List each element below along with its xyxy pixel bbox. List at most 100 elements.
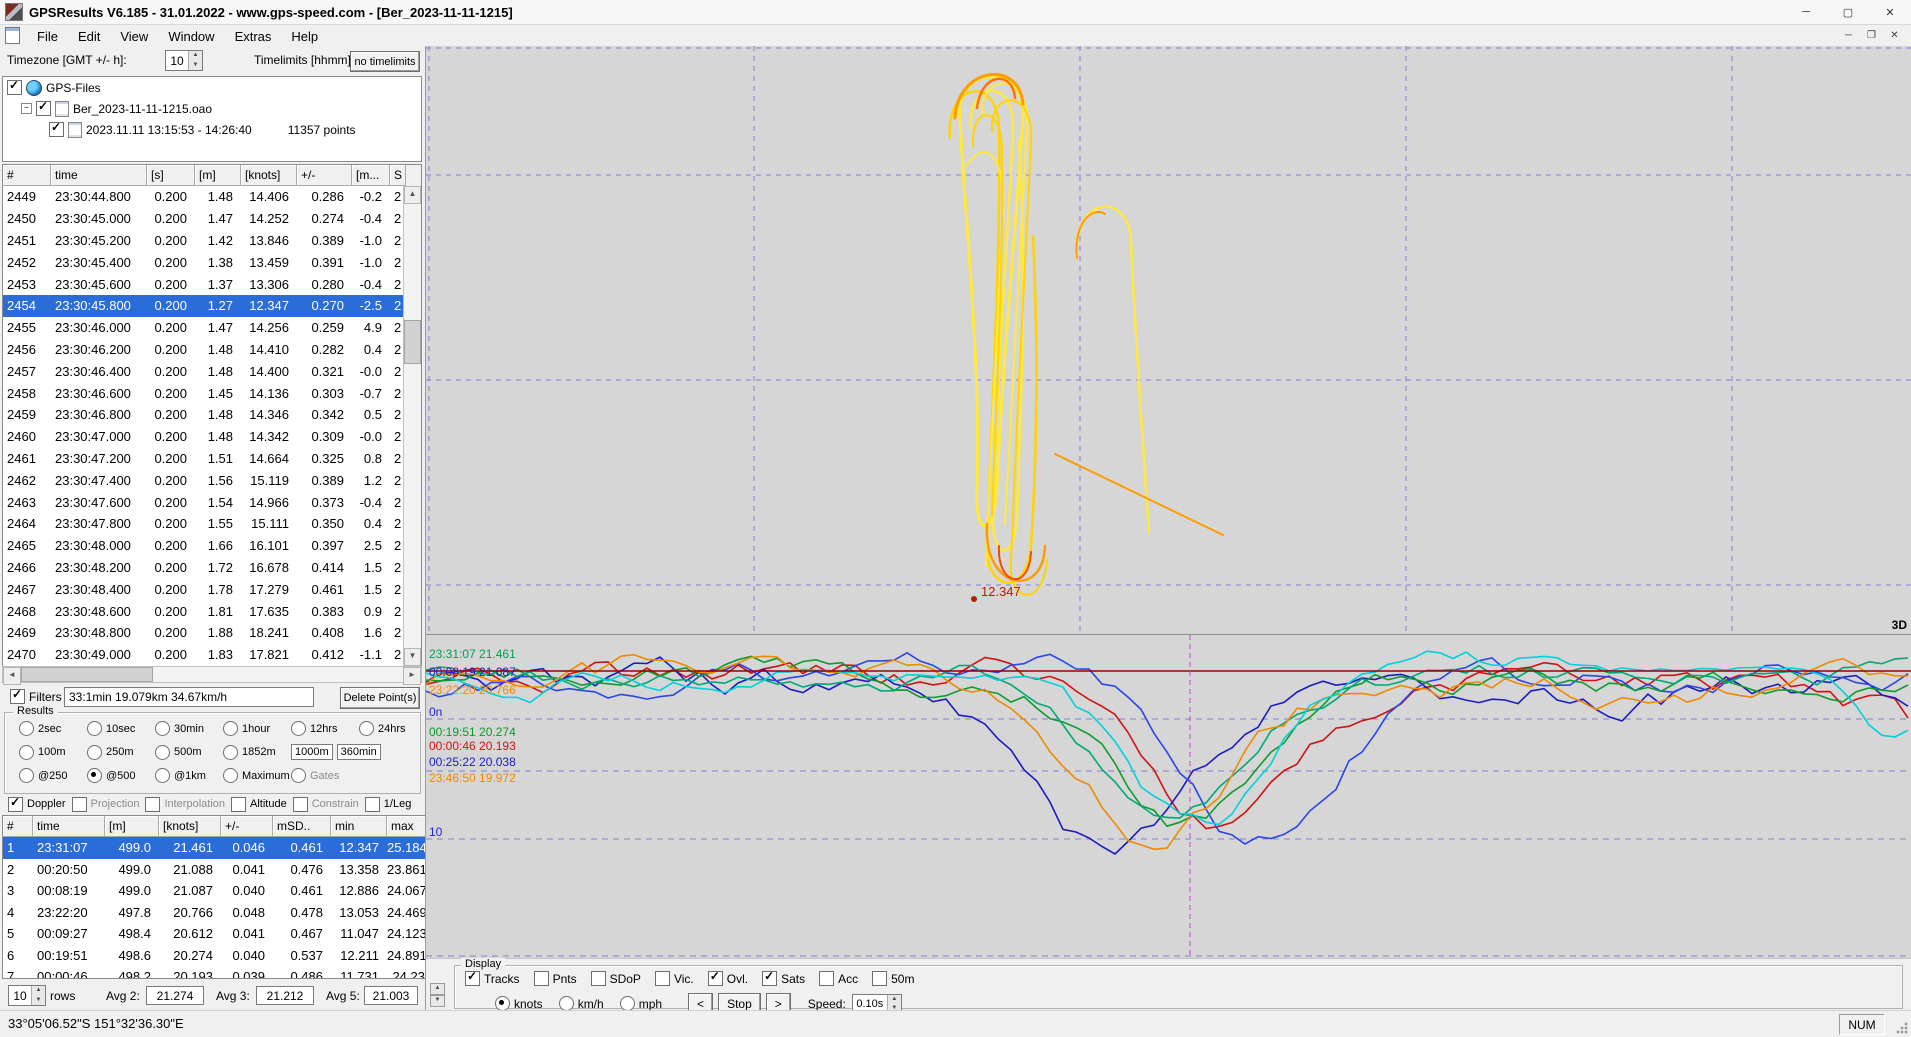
tree-checkbox[interactable] [36, 101, 51, 116]
table-row[interactable]: 246223:30:47.4000.2001.5615.1190.3891.22 [3, 469, 404, 491]
track-table-vscrollbar[interactable]: ▲ ▼ [403, 186, 421, 666]
delete-points-button[interactable]: Delete Point(s) [340, 687, 420, 709]
table-row[interactable]: 423:22:20497.820.7660.0480.47813.05324.4… [3, 902, 425, 924]
table-row[interactable]: 246423:30:47.8000.2001.5515.1110.3500.42 [3, 513, 404, 535]
radio-100m[interactable]: 100m [19, 745, 87, 760]
menu-file[interactable]: File [27, 25, 68, 46]
mdi-minimize-button[interactable]: ─ [1838, 27, 1859, 44]
table-row[interactable]: 700:00:46498.220.1930.0390.48611.73124.2… [3, 966, 425, 978]
table-row[interactable]: 245723:30:46.4000.2001.4814.4000.321-0.0… [3, 360, 404, 382]
menu-view[interactable]: View [110, 25, 158, 46]
column-header-6[interactable]: [m... [352, 165, 390, 186]
checkbox-tracks[interactable]: Tracks [465, 971, 520, 986]
table-row[interactable]: 200:20:50499.021.0880.0410.47613.35823.8… [3, 859, 425, 881]
radio-30min[interactable]: 30min [155, 721, 223, 736]
filters-checkbox[interactable]: Filters [10, 689, 62, 704]
tree-item-session[interactable]: 2023.11.11 13:15:53 - 14:26:40 11357 poi… [3, 119, 421, 140]
rows-spinner[interactable]: 10 ▲▼ [8, 985, 46, 1006]
column-header-0[interactable]: # [3, 165, 51, 186]
radio-mph[interactable]: mph [620, 996, 662, 1011]
radio-10sec[interactable]: 10sec [87, 721, 155, 736]
radio-1852m[interactable]: 1852m [223, 745, 291, 760]
table-row[interactable]: 247023:30:49.0000.2001.8317.8210.412-1.1… [3, 644, 404, 666]
track-map-canvas[interactable]: 12.347 [426, 46, 1911, 634]
mdi-close-button[interactable]: ✕ [1884, 27, 1905, 44]
table-row[interactable]: 246123:30:47.2000.2001.5114.6640.3250.82 [3, 448, 404, 470]
minimize-button[interactable]: ─ [1785, 0, 1827, 24]
gps-track-path[interactable] [1055, 454, 1223, 535]
table-row[interactable]: 245323:30:45.6000.2001.3713.3060.280-0.4… [3, 273, 404, 295]
checkbox-ovl[interactable]: Ovl. [708, 971, 748, 986]
radio-12hrs[interactable]: 12hrs [291, 721, 359, 736]
timezone-spinner[interactable]: 10 ▲▼ [165, 50, 203, 71]
column-header-5[interactable]: mSD.. [273, 816, 331, 837]
custom-distance-field[interactable]: 1000m [291, 744, 333, 760]
checkbox-projection[interactable]: Projection [72, 797, 140, 812]
column-header-1[interactable]: time [33, 816, 105, 837]
tree-checkbox[interactable] [49, 122, 64, 137]
menu-edit[interactable]: Edit [68, 25, 110, 46]
table-row[interactable]: 246723:30:48.4000.2001.7817.2790.4611.52 [3, 578, 404, 600]
table-row[interactable]: 245623:30:46.2000.2001.4814.4100.2820.42 [3, 339, 404, 361]
checkbox-altitude[interactable]: Altitude [231, 797, 287, 812]
checkbox-vic[interactable]: Vic. [655, 971, 694, 986]
table-row[interactable]: 245023:30:45.0000.2001.4714.2520.274-0.4… [3, 208, 404, 230]
column-header-3[interactable]: [m] [195, 165, 241, 186]
filters-summary-field[interactable]: 33:1min 19.079km 34.67km/h [64, 687, 314, 707]
radio-gates[interactable]: Gates [291, 768, 359, 783]
table-row[interactable]: 246823:30:48.6000.2001.8117.6350.3830.92 [3, 600, 404, 622]
collapse-icon[interactable]: − [21, 103, 32, 114]
checkbox-interpolation[interactable]: Interpolation [145, 797, 225, 812]
table-row[interactable]: 500:09:27498.420.6120.0410.46711.04724.1… [3, 923, 425, 945]
table-row[interactable]: 246623:30:48.2000.2001.7216.6780.4141.52 [3, 557, 404, 579]
column-header-4[interactable]: +/- [221, 816, 273, 837]
column-header-6[interactable]: min [331, 816, 387, 837]
map-3d-button[interactable]: 3D [1892, 618, 1907, 632]
radio-250[interactable]: @250 [19, 768, 87, 783]
column-header-0[interactable]: # [3, 816, 33, 837]
radio-maximum[interactable]: Maximum [223, 768, 291, 783]
radio-1hour[interactable]: 1hour [223, 721, 291, 736]
column-header-7[interactable]: max [387, 816, 425, 837]
no-timelimits-button[interactable]: no timelimits [350, 51, 420, 72]
table-row[interactable]: 245823:30:46.6000.2001.4514.1360.303-0.7… [3, 382, 404, 404]
table-row[interactable]: 246923:30:48.8000.2001.8818.2410.4081.62 [3, 622, 404, 644]
menu-help[interactable]: Help [281, 25, 328, 46]
gps-track-path[interactable] [1076, 212, 1105, 258]
checkbox-1leg[interactable]: 1/Leg [365, 797, 412, 812]
display-spinner[interactable]: ▲▼ [430, 983, 445, 1007]
speed-graph-canvas[interactable] [426, 635, 1911, 958]
table-row[interactable]: 246523:30:48.0000.2001.6616.1010.3972.52 [3, 535, 404, 557]
checkbox-constrain[interactable]: Constrain [293, 797, 359, 812]
checkbox-50m[interactable]: 50m [872, 971, 914, 986]
table-row[interactable]: 245123:30:45.2000.2001.4213.8460.389-1.0… [3, 230, 404, 252]
radio-500[interactable]: @500 [87, 768, 155, 783]
column-header-3[interactable]: [knots] [159, 816, 221, 837]
close-button[interactable]: ✕ [1869, 0, 1911, 24]
selected-point-marker[interactable] [971, 596, 977, 602]
column-header-2[interactable]: [m] [105, 816, 159, 837]
column-header-5[interactable]: +/- [297, 165, 352, 186]
menu-window[interactable]: Window [158, 25, 224, 46]
table-row[interactable]: 245223:30:45.4000.2001.3813.4590.391-1.0… [3, 251, 404, 273]
checkbox-doppler[interactable]: Doppler [8, 797, 66, 812]
track-map[interactable]: 12.347 3D [426, 46, 1911, 634]
table-row[interactable]: 244923:30:44.8000.2001.4814.4060.286-0.2… [3, 186, 404, 208]
tree-item-gps-files[interactable]: GPS-Files [3, 77, 421, 98]
resize-grip-icon[interactable] [1895, 1021, 1909, 1035]
speed-graph[interactable]: 23:31:07 21.46100:08:19 21.08723:22:20 2… [426, 634, 1911, 958]
radio-500m[interactable]: 500m [155, 745, 223, 760]
radio-250m[interactable]: 250m [87, 745, 155, 760]
column-header-2[interactable]: [s] [147, 165, 195, 186]
mdi-restore-button[interactable]: ❐ [1861, 27, 1882, 44]
column-header-1[interactable]: time [51, 165, 147, 186]
table-row[interactable]: 300:08:19499.021.0870.0400.46112.88624.0… [3, 880, 425, 902]
table-row[interactable]: 245523:30:46.0000.2001.4714.2560.2594.92 [3, 317, 404, 339]
radio-kmh[interactable]: km/h [559, 996, 604, 1011]
table-row[interactable]: 246023:30:47.0000.2001.4814.3420.309-0.0… [3, 426, 404, 448]
tree-item-file[interactable]: − Ber_2023-11-11-1215.oao [3, 98, 421, 119]
radio-knots[interactable]: knots [495, 996, 543, 1011]
checkbox-acc[interactable]: Acc [819, 971, 858, 986]
checkbox-sats[interactable]: Sats [762, 971, 805, 986]
menu-extras[interactable]: Extras [225, 25, 282, 46]
